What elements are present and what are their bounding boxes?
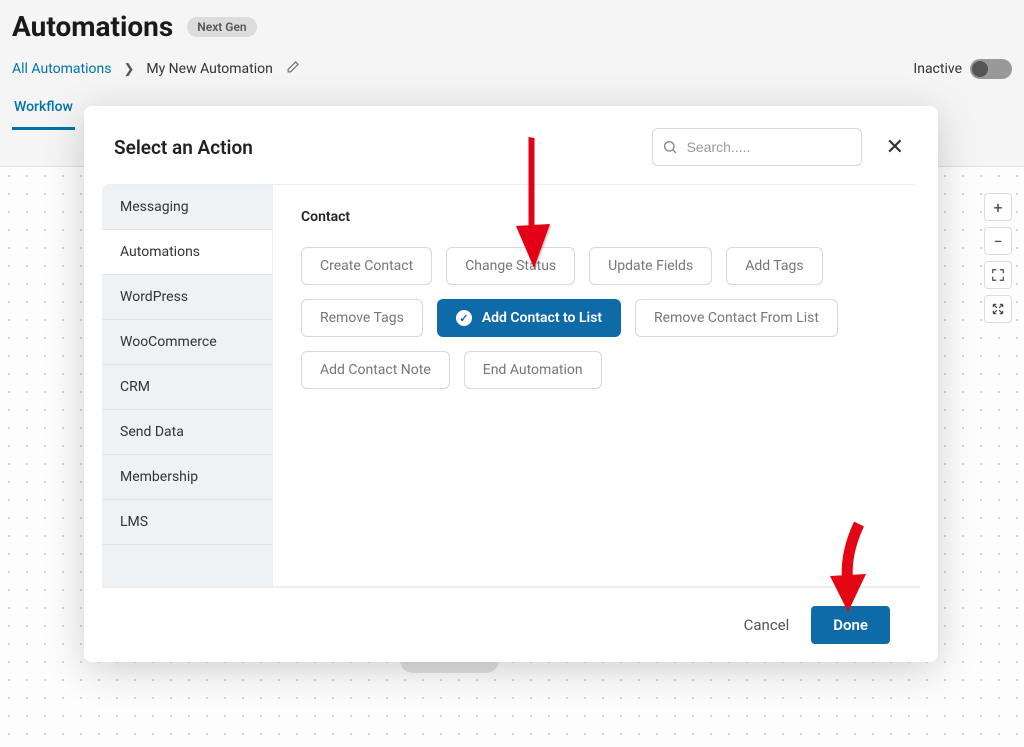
action-create-contact[interactable]: Create Contact bbox=[301, 247, 432, 285]
fullscreen-button[interactable] bbox=[984, 295, 1012, 323]
breadcrumb-current: My New Automation bbox=[146, 61, 273, 77]
sidebar-item-send-data[interactable]: Send Data bbox=[102, 410, 272, 455]
sidebar-item-wordpress[interactable]: WordPress bbox=[102, 275, 272, 320]
search-icon bbox=[662, 139, 678, 155]
action-category-sidebar: Messaging Automations WordPress WooComme… bbox=[102, 185, 272, 586]
action-add-tags[interactable]: Add Tags bbox=[726, 247, 822, 285]
active-toggle[interactable] bbox=[970, 59, 1012, 79]
action-remove-contact-from-list[interactable]: Remove Contact From List bbox=[635, 299, 838, 337]
search-input[interactable] bbox=[652, 128, 862, 166]
fit-screen-button[interactable] bbox=[984, 261, 1012, 289]
edit-icon[interactable] bbox=[285, 60, 300, 79]
section-title-contact: Contact bbox=[301, 209, 892, 225]
cancel-button[interactable]: Cancel bbox=[744, 616, 790, 634]
check-icon: ✓ bbox=[456, 310, 472, 326]
done-button[interactable]: Done bbox=[811, 606, 890, 644]
sidebar-item-membership[interactable]: Membership bbox=[102, 455, 272, 500]
sidebar-item-automations[interactable]: Automations bbox=[102, 230, 272, 275]
nextgen-badge: Next Gen bbox=[187, 17, 256, 37]
action-end-automation[interactable]: End Automation bbox=[464, 351, 602, 389]
status-label: Inactive bbox=[913, 61, 962, 77]
page-title: Automations bbox=[12, 10, 173, 43]
zoom-out-button[interactable]: − bbox=[984, 227, 1012, 255]
sidebar-item-crm[interactable]: CRM bbox=[102, 365, 272, 410]
action-add-contact-to-list[interactable]: ✓ Add Contact to List bbox=[437, 299, 621, 337]
select-action-modal: Select an Action ✕ Messaging Automations… bbox=[84, 106, 938, 662]
sidebar-item-woocommerce[interactable]: WooCommerce bbox=[102, 320, 272, 365]
sidebar-item-messaging[interactable]: Messaging bbox=[102, 185, 272, 230]
chevron-right-icon: ❯ bbox=[123, 62, 134, 77]
action-change-status[interactable]: Change Status bbox=[446, 247, 575, 285]
action-add-contact-note[interactable]: Add Contact Note bbox=[301, 351, 450, 389]
sidebar-item-lms[interactable]: LMS bbox=[102, 500, 272, 545]
breadcrumb-root-link[interactable]: All Automations bbox=[12, 61, 111, 77]
breadcrumb: All Automations ❯ My New Automation Inac… bbox=[0, 53, 1024, 89]
action-update-fields[interactable]: Update Fields bbox=[589, 247, 712, 285]
modal-title: Select an Action bbox=[114, 136, 253, 159]
zoom-in-button[interactable]: + bbox=[984, 193, 1012, 221]
action-remove-tags[interactable]: Remove Tags bbox=[301, 299, 423, 337]
action-label: Add Contact to List bbox=[482, 310, 602, 326]
close-icon[interactable]: ✕ bbox=[882, 131, 908, 164]
tab-workflow[interactable]: Workflow bbox=[12, 89, 75, 130]
